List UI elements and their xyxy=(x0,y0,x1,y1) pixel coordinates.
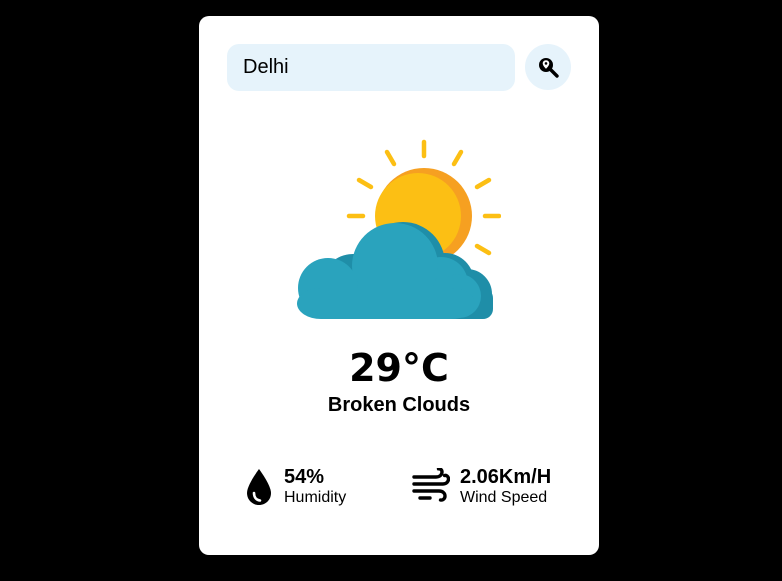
humidity-value: 54% xyxy=(284,466,325,488)
sun-behind-cloud-icon xyxy=(297,139,501,319)
temperature: 29°C xyxy=(349,346,449,390)
city-search-input[interactable] xyxy=(227,44,515,91)
humidity-stat: 54% Humidity xyxy=(245,466,365,510)
wind-speed-value: 2.06Km/H xyxy=(460,466,552,488)
weather-card: 29°C Broken Clouds 54% Humidity 2.06Km/H… xyxy=(199,16,599,555)
search-location-icon xyxy=(539,58,559,78)
humidity-label: Humidity xyxy=(284,489,347,506)
water-drop-icon xyxy=(247,469,271,505)
wind-stat: 2.06Km/H Wind Speed xyxy=(412,466,572,510)
weather-description: Broken Clouds xyxy=(327,394,471,416)
search-bar xyxy=(227,44,571,92)
wind-icon xyxy=(412,468,450,502)
search-button[interactable] xyxy=(525,44,571,90)
wind-speed-label: Wind Speed xyxy=(460,489,548,506)
